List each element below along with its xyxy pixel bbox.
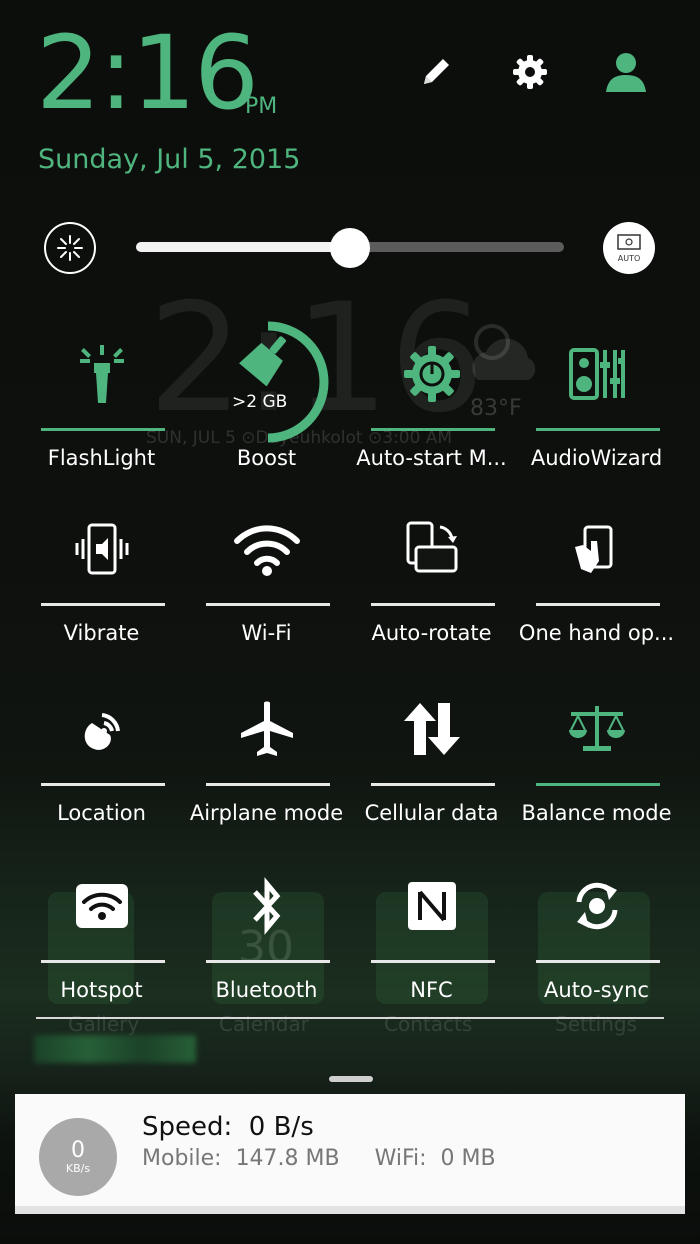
tile-flashlight-label: FlashLight <box>47 446 156 470</box>
tile-audiowizard[interactable]: AudioWizard <box>514 320 679 480</box>
tile-location[interactable]: Location <box>19 675 184 835</box>
hotspot-icon <box>75 884 128 928</box>
tile-one-hand-status-bar <box>536 603 660 606</box>
edit-button[interactable] <box>412 48 460 96</box>
tile-auto-rotate-status-bar <box>371 603 495 606</box>
tile-location-label: Location <box>57 801 146 825</box>
tile-cellular-data-label: Cellular data <box>364 801 499 825</box>
tile-auto-sync-label: Auto-sync <box>544 978 649 1002</box>
tile-auto-start-label: Auto-start M... <box>356 446 507 470</box>
blurred-notification-strip <box>34 1035 196 1063</box>
tile-wifi-label: Wi-Fi <box>241 621 292 645</box>
data-arrows-icon <box>403 703 460 755</box>
speed-text: Speed: 0 B/s <box>142 1112 314 1142</box>
tile-nfc-label: NFC <box>410 978 453 1002</box>
tile-vibrate[interactable]: Vibrate <box>19 495 184 655</box>
tile-boost[interactable]: >2 GB Boost <box>184 320 349 480</box>
tile-balance-mode[interactable]: Balance mode <box>514 675 679 835</box>
speed-indicator-circle: 0 KB/s <box>39 1118 117 1196</box>
tile-auto-rotate-label: Auto-rotate <box>371 621 492 645</box>
wallpaper-app-gallery: Gallery <box>68 1012 140 1036</box>
wallpaper-app-calendar: Calendar <box>219 1012 309 1036</box>
tile-auto-start[interactable]: Auto-start M... <box>349 320 514 480</box>
vibrate-icon <box>75 523 128 575</box>
gear-icon <box>513 55 547 89</box>
tile-auto-start-status-bar <box>371 428 495 431</box>
one-hand-icon <box>574 525 612 573</box>
scale-icon <box>568 706 625 751</box>
tile-audiowizard-status-bar <box>536 428 660 431</box>
speed-value: 0 <box>71 1137 85 1163</box>
panel-divider <box>36 1017 664 1019</box>
auto-brightness-icon <box>617 233 641 250</box>
tile-hotspot-status-bar <box>41 960 165 963</box>
broom-icon <box>238 336 286 386</box>
pencil-icon <box>424 59 449 84</box>
tile-flashlight[interactable]: FlashLight <box>19 320 184 480</box>
wallpaper-app-contacts: Contacts <box>384 1012 473 1036</box>
sun-icon <box>57 235 83 261</box>
tile-bluetooth[interactable]: Bluetooth <box>184 852 349 1012</box>
tile-balance-mode-label: Balance mode <box>521 801 672 825</box>
clock-time: 2:16 <box>36 14 259 133</box>
tile-nfc[interactable]: NFC <box>349 852 514 1012</box>
sync-icon <box>576 882 617 930</box>
rotate-icon <box>406 521 457 573</box>
flashlight-icon <box>79 345 124 403</box>
tile-wifi[interactable]: Wi-Fi <box>184 495 349 655</box>
tile-auto-sync[interactable]: Auto-sync <box>514 852 679 1012</box>
tile-wifi-status-bar <box>206 603 330 606</box>
tile-nfc-status-bar <box>371 960 495 963</box>
tile-cellular-data-status-bar <box>371 783 495 786</box>
gear-power-icon <box>403 346 460 402</box>
wifi-icon <box>233 525 300 576</box>
auto-brightness-label: AUTO <box>617 253 641 263</box>
airplane-icon <box>240 701 293 756</box>
brightness-slider-fill <box>136 242 350 252</box>
network-speed-notification[interactable]: 0 KB/s Speed: 0 B/s Mobile: 147.8 MB WiF… <box>15 1094 685 1214</box>
tile-one-hand-label: One hand op... <box>518 621 675 645</box>
usage-text: Mobile: 147.8 MB WiFi: 0 MB <box>142 1146 496 1171</box>
nfc-icon <box>407 882 456 930</box>
tile-auto-sync-status-bar <box>536 960 660 963</box>
tile-airplane[interactable]: Airplane mode <box>184 675 349 835</box>
tile-vibrate-status-bar <box>41 603 165 606</box>
brightness-icon <box>44 222 96 274</box>
user-button[interactable] <box>602 48 650 96</box>
location-icon <box>84 713 120 750</box>
tile-bluetooth-label: Bluetooth <box>215 978 318 1002</box>
tile-airplane-label: Airplane mode <box>189 801 344 825</box>
tile-airplane-status-bar <box>206 783 330 786</box>
tile-audiowizard-label: AudioWizard <box>530 446 663 470</box>
tile-bluetooth-status-bar <box>206 960 330 963</box>
equalizer-icon <box>568 348 625 400</box>
tile-flashlight-status-bar <box>41 428 165 431</box>
brightness-slider-thumb[interactable] <box>330 228 370 268</box>
tile-vibrate-label: Vibrate <box>63 621 140 645</box>
tile-location-status-bar <box>41 783 165 786</box>
clock-ampm: PM <box>245 94 278 119</box>
drag-handle[interactable] <box>329 1076 373 1082</box>
boost-badge: >2 GB <box>232 392 288 412</box>
tile-boost-label: Boost <box>236 446 297 470</box>
settings-button[interactable] <box>506 48 554 96</box>
wallpaper-app-settings: Settings <box>555 1012 638 1036</box>
date-text: Sunday, Jul 5, 2015 <box>38 144 301 175</box>
speed-unit: KB/s <box>65 1161 91 1175</box>
tile-hotspot[interactable]: Hotspot <box>19 852 184 1012</box>
person-icon <box>606 53 646 92</box>
bluetooth-icon <box>252 877 280 935</box>
tile-hotspot-label: Hotspot <box>60 978 143 1002</box>
tile-auto-rotate[interactable]: Auto-rotate <box>349 495 514 655</box>
auto-brightness-button[interactable]: AUTO <box>603 222 655 274</box>
tile-balance-mode-status-bar <box>536 783 660 786</box>
tile-cellular-data[interactable]: Cellular data <box>349 675 514 835</box>
tile-one-hand[interactable]: One hand op... <box>514 495 679 655</box>
